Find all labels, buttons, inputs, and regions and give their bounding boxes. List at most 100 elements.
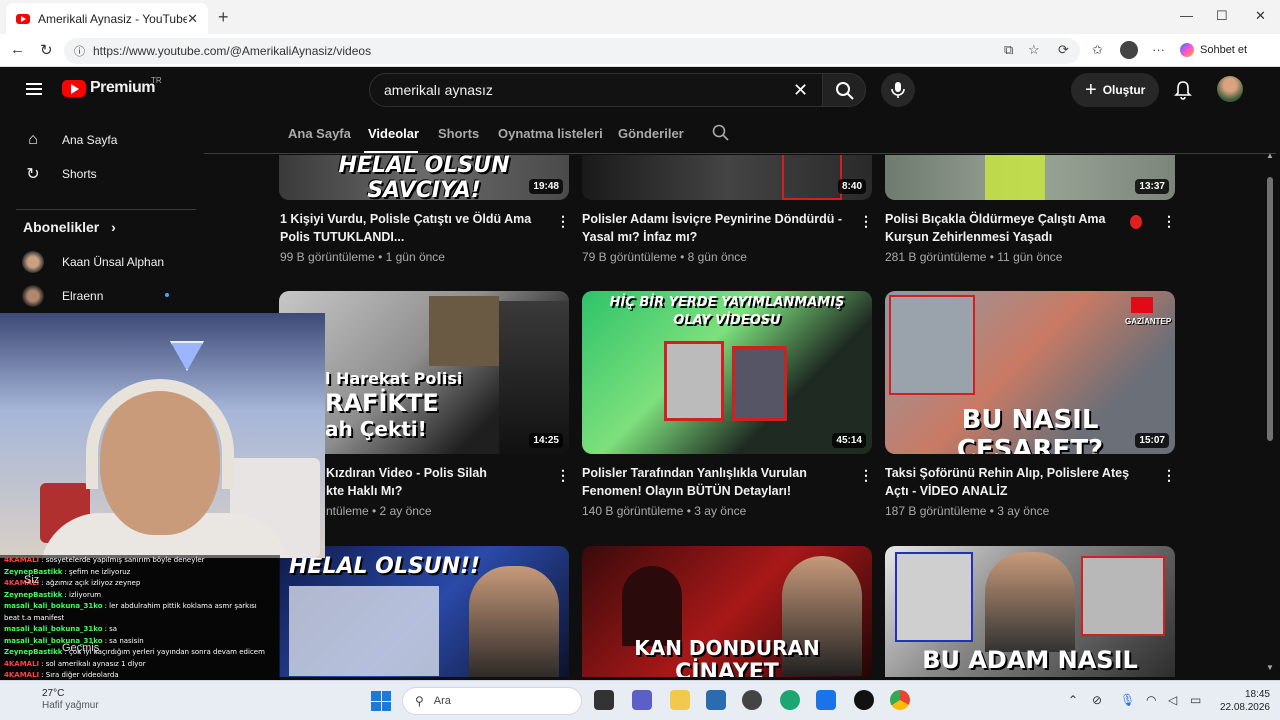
file-explorer-icon[interactable] [670, 690, 690, 710]
new-tab-button[interactable]: + [218, 7, 229, 28]
create-button[interactable]: + Oluştur [1071, 73, 1159, 107]
back-arrow-icon[interactable]: ← [10, 41, 25, 58]
chat-text: : Sıra diğer videolarda [41, 671, 119, 679]
video-options-icon[interactable]: ⋮ [859, 213, 873, 230]
chat-text: : sol amerikalı aynasız 1 dİyor [41, 659, 146, 668]
tray-mic-icon[interactable]: 🎙 [1120, 693, 1135, 707]
video-thumbnail[interactable]: 13:37 [885, 155, 1175, 200]
tab-posts[interactable]: Gönderiler [618, 126, 684, 141]
tab-videos[interactable]: Videolar [368, 126, 419, 141]
tab-shorts[interactable]: Shorts [438, 126, 479, 141]
video-options-icon[interactable]: ⋮ [859, 467, 873, 484]
subscription-item[interactable]: Elraenn [22, 285, 103, 307]
reload-icon[interactable]: ↻ [40, 41, 53, 59]
teams-icon[interactable] [632, 690, 652, 710]
app-icon[interactable] [742, 690, 762, 710]
active-tab-underline [364, 151, 418, 153]
subscription-item[interactable]: Kaan Ünsal Alphan [22, 251, 164, 273]
video-meta: 281 B görüntüleme • 11 gün önce [885, 250, 1063, 264]
video-thumbnail[interactable]: HELAL OLSUN!! [279, 546, 569, 677]
tray-overflow-icon[interactable]: ⌃ [1068, 693, 1078, 707]
sidebar-item-home[interactable]: ⌂ Ana Sayfa [22, 131, 117, 149]
video-thumbnail[interactable]: HİÇ BİR YERDE YAYIMLANMAMIŞ OLAY VİDEOSU… [582, 291, 872, 454]
account-avatar[interactable] [1217, 76, 1243, 102]
thumbnail-inset [1081, 556, 1165, 636]
sidebar-item-history[interactable]: Geçmiş [62, 642, 99, 654]
video-options-icon[interactable]: ⋮ [1162, 467, 1176, 484]
chat-text: : şefim ne izliyoruz [64, 567, 131, 576]
taskbar-clock[interactable]: 18:45 22.08.2026 [1214, 688, 1270, 714]
youtube-logo[interactable]: Premium [62, 79, 155, 97]
scrollbar-thumb[interactable] [1267, 177, 1273, 441]
thumbnail-text-line: OLAY VİDEOSU [673, 313, 781, 328]
weather-widget[interactable]: 27°C Hafif yağmur [42, 688, 99, 712]
scroll-down-arrow-icon[interactable]: ▼ [1266, 663, 1274, 672]
notifications-bell-icon[interactable] [1174, 80, 1192, 100]
channel-avatar [22, 251, 44, 273]
tab-home[interactable]: Ana Sayfa [288, 126, 351, 141]
app-available-icon[interactable]: ⧉ [1004, 42, 1013, 58]
profile-avatar-icon[interactable] [1120, 41, 1138, 59]
clear-search-icon[interactable]: ✕ [793, 80, 808, 101]
favorite-star-icon[interactable]: ☆ [1028, 42, 1040, 58]
sidebar-item-shorts[interactable]: ↻ Shorts [22, 164, 96, 184]
vscode-icon[interactable] [816, 690, 836, 710]
video-title[interactable]: Polisler Tarafından Yanlışlıkla Vurulan … [582, 464, 844, 500]
chat-message: 4KAMALI: ağzımız açık izliyoz zeynep [0, 578, 280, 590]
wifi-icon[interactable]: ◠ [1146, 693, 1156, 707]
video-thumbnail[interactable]: KAN DONDURAN CİNAYET [582, 546, 872, 677]
browser-tab[interactable]: Amerikali Aynasiz - YouTube ✕ [6, 3, 208, 34]
video-thumbnail[interactable]: HELAL OLSUN SAVCIYA! 19:48 [279, 155, 569, 200]
video-thumbnail[interactable]: 8:40 [582, 155, 872, 200]
taskbar-search[interactable]: ⚲ Ara [402, 687, 582, 715]
copilot-button[interactable]: Sohbet et [1180, 43, 1247, 57]
channel-search-icon[interactable] [712, 124, 730, 142]
battery-icon[interactable]: ▭ [1190, 693, 1201, 707]
video-options-icon[interactable]: ⋮ [1162, 213, 1176, 230]
video-thumbnail[interactable]: GAZİANTEP BU NASIL CESARET? 15:07 [885, 291, 1175, 454]
voice-search-button[interactable] [881, 73, 915, 107]
chat-message: ZeynepBastikk: çok iyi kaçırdığım yerler… [0, 647, 280, 659]
video-title[interactable]: Kızdıran Video - Polis Silah kte Haklı M… [326, 464, 546, 500]
task-view-icon[interactable] [594, 690, 614, 710]
thumbnail-highlight-box [782, 155, 842, 200]
thumbnail-text-line: KAN DONDURAN [634, 636, 820, 660]
site-info-icon[interactable]: ⓘ [74, 43, 85, 59]
volume-icon[interactable]: ◁ [1168, 693, 1177, 707]
video-title[interactable]: Polisi Bıçakla Öldürmeye Çalıştı Ama Kur… [885, 210, 1147, 246]
scroll-up-arrow-icon[interactable]: ▲ [1266, 151, 1274, 160]
video-options-icon[interactable]: ⋮ [556, 467, 570, 484]
home-icon: ⌂ [28, 131, 38, 148]
obs-icon[interactable] [854, 690, 874, 710]
search-button[interactable] [822, 73, 866, 107]
window-close-button[interactable]: ✕ [1255, 8, 1266, 24]
more-menu-icon[interactable]: ··· [1152, 42, 1165, 57]
page-scrollbar[interactable]: ▲ ▼ [1264, 151, 1276, 677]
menu-icon[interactable] [26, 83, 42, 95]
chrome-icon[interactable] [890, 690, 910, 710]
video-title[interactable]: Taksi Şoförünü Rehin Alıp, Polislere Ate… [885, 464, 1147, 500]
tab-playlists[interactable]: Oynatma listeleri [498, 126, 603, 141]
sidebar-item-label: Ana Sayfa [62, 133, 118, 147]
store-icon[interactable] [706, 690, 726, 710]
sidebar-item-you[interactable]: Siz [24, 574, 39, 586]
subscriptions-header[interactable]: Abonelikler › [23, 219, 116, 235]
tray-app-icon[interactable]: ⊘ [1092, 693, 1102, 707]
edge-icon[interactable] [780, 690, 800, 710]
chat-text: : sosyetelerde yapılmış sanırım böyle de… [41, 556, 205, 564]
minimize-button[interactable]: — [1180, 8, 1193, 23]
chat-text: : sa nasisin [104, 636, 144, 645]
thumbnail-figure [985, 155, 1045, 200]
start-button[interactable] [371, 691, 391, 711]
favorites-icon[interactable]: ✩ [1092, 42, 1103, 58]
video-title[interactable]: Polisler Adamı İsviçre Peynirine Döndürd… [582, 210, 844, 246]
maximize-button[interactable]: ☐ [1216, 8, 1228, 24]
thumbnail-text: BU ADAM NASIL [922, 646, 1138, 674]
tab-close-icon[interactable]: ✕ [187, 11, 198, 27]
extensions-icon[interactable]: ⟳ [1058, 42, 1069, 58]
video-title[interactable]: 1 Kişiyi Vurdu, Polisle Çatıştı ve Öldü … [280, 210, 542, 246]
video-thumbnail[interactable]: BU ADAM NASIL [885, 546, 1175, 677]
url-field[interactable]: ⓘ https://www.youtube.com/@AmerikaliAyna… [64, 38, 1080, 64]
video-options-icon[interactable]: ⋮ [556, 213, 570, 230]
search-input[interactable] [384, 82, 784, 98]
